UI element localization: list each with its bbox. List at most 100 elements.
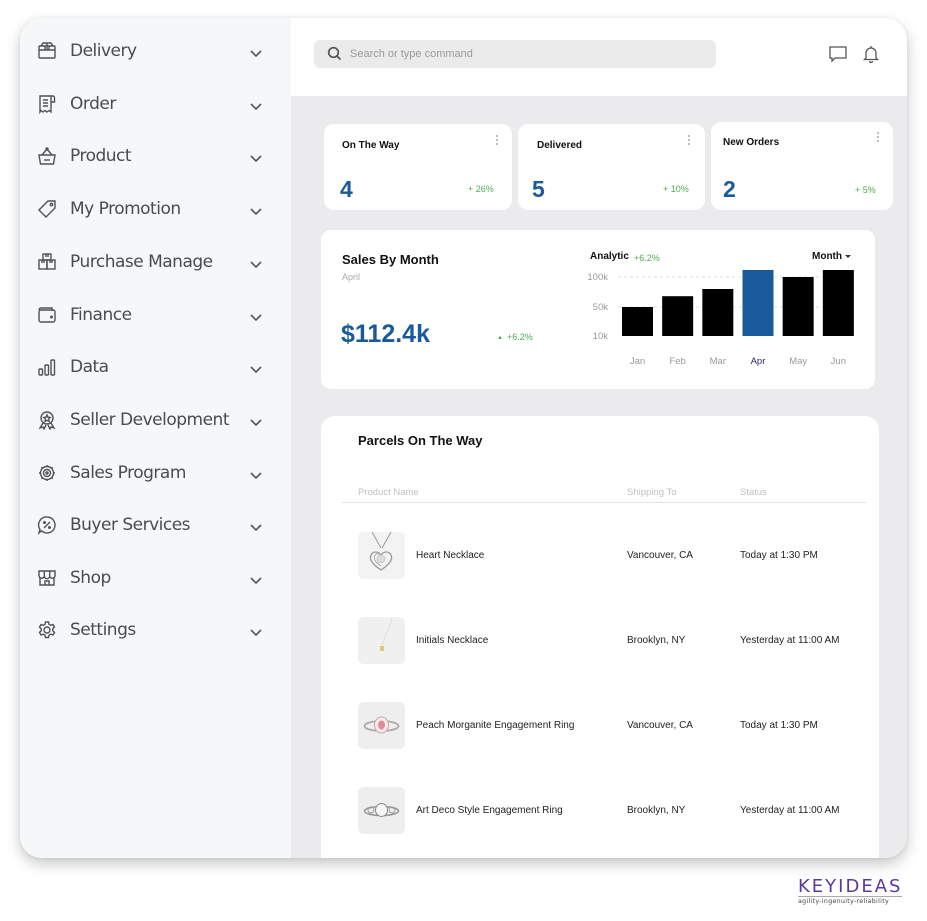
product-name: Peach Morganite Engagement Ring xyxy=(416,720,575,731)
sidebar-item-label: Finance xyxy=(70,305,132,325)
more-options-icon[interactable] xyxy=(687,135,691,147)
sidebar-item-product[interactable]: Product xyxy=(20,136,291,176)
chevron-down-icon[interactable] xyxy=(249,203,263,216)
sidebar-item-order[interactable]: Order xyxy=(20,84,291,124)
chat-icon[interactable] xyxy=(828,44,848,64)
chevron-down-icon[interactable] xyxy=(249,519,263,532)
sidebar-item-label: Product xyxy=(70,146,132,166)
bar-feb[interactable] xyxy=(662,296,694,336)
chevron-down-icon[interactable] xyxy=(249,572,263,585)
bar-apr[interactable] xyxy=(742,270,774,336)
bar-jun[interactable] xyxy=(822,270,854,336)
sidebar-item-label: Delivery xyxy=(70,41,137,61)
stat-title: Delivered xyxy=(537,140,583,151)
brand-name: KEYIDEAS xyxy=(798,876,903,897)
product-name: Art Deco Style Engagement Ring xyxy=(416,805,563,816)
column-header-status: Status xyxy=(740,487,767,498)
shipping-to: Brooklyn, NY xyxy=(627,805,686,816)
x-tick-label: Apr xyxy=(751,356,766,367)
more-options-icon[interactable] xyxy=(876,132,880,144)
sidebar-item-delivery[interactable]: Delivery xyxy=(20,31,291,71)
bar-jan[interactable] xyxy=(622,307,653,336)
header-divider xyxy=(342,502,866,503)
sidebar-item-label: Settings xyxy=(70,620,136,640)
search-bar[interactable] xyxy=(314,40,716,68)
column-header-product: Product Name xyxy=(358,487,419,498)
table-row[interactable]: Heart Necklace Vancouver, CA Today at 1:… xyxy=(321,532,879,582)
shipping-to: Vancouver, CA xyxy=(627,720,693,731)
tag-icon xyxy=(37,199,57,219)
table-row[interactable]: Peach Morganite Engagement Ring Vancouve… xyxy=(321,702,879,752)
boxes-icon xyxy=(37,252,57,272)
app-window: Delivery Order Product My Promotion Purc… xyxy=(20,18,907,858)
sidebar-item-label: My Promotion xyxy=(70,199,181,219)
stat-change: + 26% xyxy=(468,184,494,194)
badge-icon xyxy=(37,410,57,431)
sidebar-item-sales-program[interactable]: Sales Program xyxy=(20,453,291,493)
bell-icon[interactable] xyxy=(861,44,881,64)
status: Today at 1:30 PM xyxy=(740,550,818,561)
chevron-down-icon[interactable] xyxy=(249,361,263,374)
basket-icon xyxy=(37,146,57,166)
chevron-down-icon[interactable] xyxy=(249,624,263,637)
chevron-down-icon[interactable] xyxy=(249,467,263,480)
sidebar-item-label: Order xyxy=(70,94,116,114)
column-header-shipping: Shipping To xyxy=(627,487,677,498)
product-thumbnail-morganite-ring xyxy=(358,702,405,749)
receipt-icon xyxy=(37,94,57,115)
chevron-down-icon[interactable] xyxy=(249,309,263,322)
x-tick-label: May xyxy=(789,356,807,367)
chevron-down-icon[interactable] xyxy=(249,414,263,427)
sidebar-item-label: Data xyxy=(70,357,109,377)
stat-title: On The Way xyxy=(342,140,400,151)
stat-value: 5 xyxy=(532,176,545,202)
sidebar-item-label: Sales Program xyxy=(70,463,186,483)
sidebar-item-purchase-manage[interactable]: Purchase Manage xyxy=(20,242,291,282)
bar-mar[interactable] xyxy=(702,289,734,336)
x-tick-label: Jun xyxy=(831,356,846,367)
sales-total: $112.4k xyxy=(341,320,430,348)
card-title: Sales By Month xyxy=(342,252,439,267)
more-options-icon[interactable] xyxy=(495,135,499,147)
stat-change: + 10% xyxy=(663,184,689,194)
product-name: Heart Necklace xyxy=(416,550,485,561)
status: Yesterday at 11:00 AM xyxy=(740,805,840,816)
table-row[interactable]: Art Deco Style Engagement Ring Brooklyn,… xyxy=(321,787,879,837)
bar-chart-icon xyxy=(37,357,57,377)
sidebar-item-label: Buyer Services xyxy=(70,515,191,535)
caret-down-icon xyxy=(845,254,851,258)
x-tick-label: Jan xyxy=(630,356,645,367)
parcels-card: Parcels On The Way Product Name Shipping… xyxy=(321,416,879,858)
sidebar-item-settings[interactable]: Settings xyxy=(20,610,291,650)
sidebar-item-label: Shop xyxy=(70,568,111,588)
chart-change: +6.2% xyxy=(634,253,660,263)
y-tick-label: 10k xyxy=(593,331,609,342)
chart-title: Analytic xyxy=(590,251,629,262)
sidebar-item-buyer-services[interactable]: Buyer Services xyxy=(20,505,291,545)
sidebar-item-seller-development[interactable]: Seller Development xyxy=(20,400,291,440)
top-bar xyxy=(291,18,907,96)
period-dropdown[interactable]: Month xyxy=(812,251,851,262)
chevron-down-icon[interactable] xyxy=(249,45,263,58)
trend-up-icon: ▲ xyxy=(497,334,503,341)
bar-may[interactable] xyxy=(782,277,814,336)
chevron-down-icon[interactable] xyxy=(249,150,263,163)
sales-change: ▲ +6.2% xyxy=(497,332,533,342)
chevron-down-icon[interactable] xyxy=(249,256,263,269)
sidebar-item-my-promotion[interactable]: My Promotion xyxy=(20,189,291,229)
card-title: Parcels On The Way xyxy=(358,433,483,448)
sidebar-item-shop[interactable]: Shop xyxy=(20,558,291,598)
stat-card-delivered: Delivered 5 + 10% xyxy=(518,124,705,210)
y-tick-label: 50k xyxy=(593,302,609,313)
sidebar-item-label: Seller Development xyxy=(70,410,230,430)
chevron-down-icon[interactable] xyxy=(249,98,263,111)
stat-change: + 5% xyxy=(855,185,876,195)
table-row[interactable]: Initials Necklace Brooklyn, NY Yesterday… xyxy=(321,617,879,667)
stat-card-on-the-way: On The Way 4 + 26% xyxy=(324,124,512,210)
stat-value: 2 xyxy=(723,176,736,202)
sales-by-month-card: Sales By Month April $112.4k ▲ +6.2% Anal… xyxy=(321,230,875,389)
sales-bar-chart: 10k 50k 100k Jan Feb Mar Apr May Jun xyxy=(587,270,854,367)
sidebar-item-data[interactable]: Data xyxy=(20,347,291,387)
search-input[interactable] xyxy=(350,40,700,68)
sidebar-item-finance[interactable]: Finance xyxy=(20,295,291,335)
